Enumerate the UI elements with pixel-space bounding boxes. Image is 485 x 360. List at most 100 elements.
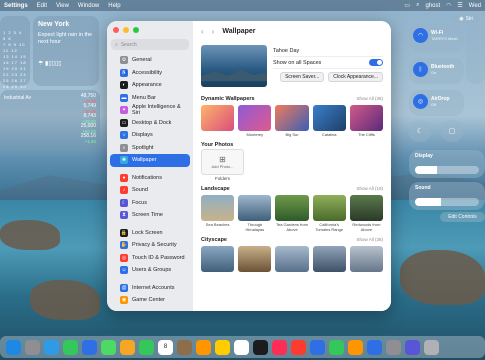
show-all-spaces-toggle[interactable] xyxy=(369,59,383,66)
tv-icon[interactable] xyxy=(253,339,268,355)
sidebar-item-displays[interactable]: ☼ Displays xyxy=(110,129,190,142)
trash-icon[interactable] xyxy=(424,339,439,355)
back-icon[interactable]: ‹ xyxy=(201,27,204,36)
stock-row[interactable]: 8,743 +28.80 xyxy=(4,113,96,124)
screen-mirroring-toggle[interactable]: ▢ xyxy=(441,120,463,142)
stock-row[interactable]: 25,000 +50.00 xyxy=(4,123,96,134)
wallpaper-tile[interactable] xyxy=(349,246,384,272)
wallpaper-tile[interactable]: Redwoods from Above xyxy=(349,195,384,232)
sidebar-item-menu-bar[interactable]: ▬ Menu Bar xyxy=(110,92,190,105)
now-playing-tile[interactable] xyxy=(466,24,485,84)
sidebar-item-notifications[interactable]: ● Notifications xyxy=(110,172,190,185)
wallpaper-tile[interactable]: Tea Gardens from Above xyxy=(275,195,309,232)
sidebar-item-focus[interactable]: ☾ Focus xyxy=(110,197,190,210)
search-icon[interactable]: ⌕ xyxy=(416,2,419,9)
notes-icon[interactable] xyxy=(215,339,230,355)
pages-icon[interactable] xyxy=(348,339,363,355)
sound-slider[interactable] xyxy=(415,198,479,206)
menu-app-name[interactable]: Settings xyxy=(4,3,28,9)
clock-appearance-button[interactable]: Clock Appearance... xyxy=(328,72,383,82)
numbers-icon[interactable] xyxy=(329,339,344,355)
freeform-icon[interactable] xyxy=(234,339,249,355)
edit-controls-button[interactable]: Edit Controls xyxy=(440,212,485,222)
wallpaper-tile[interactable]: The Cliffs xyxy=(349,105,384,137)
bluetooth-tile[interactable]: ᛒ Bluetooth On xyxy=(409,58,464,84)
iphone-icon[interactable] xyxy=(405,339,420,355)
sidebar-item-desktop-dock[interactable]: ▭ Desktop & Dock xyxy=(110,117,190,130)
sidebar-item-screen-time[interactable]: ⧗ Screen Time xyxy=(110,209,190,222)
wallpaper-tile[interactable]: Catalina xyxy=(312,105,346,137)
wallpaper-tile[interactable]: Big Sur xyxy=(275,105,309,137)
messages-icon[interactable] xyxy=(63,339,78,355)
stock-row[interactable]: 5,749 -30.00 xyxy=(4,103,96,114)
sidebar-item-appearance[interactable]: ◐ Appearance xyxy=(110,79,190,92)
sidebar-item-internet-accounts[interactable]: @ Internet Accounts xyxy=(110,282,190,295)
screen-saver-button[interactable]: Screen Saver... xyxy=(280,72,325,82)
stock-row[interactable]: Industrial Av 48,750 -48.30 xyxy=(4,93,96,104)
zoom-button[interactable] xyxy=(133,27,139,33)
wallpaper-tile[interactable] xyxy=(201,246,235,272)
show-all-button[interactable]: Show All (38) xyxy=(356,237,383,242)
close-button[interactable] xyxy=(113,27,119,33)
sidebar-item-accessibility[interactable]: ♿ Accessibility xyxy=(110,67,190,80)
show-all-button[interactable]: Show All (19) xyxy=(356,186,383,191)
airdrop-tile[interactable]: ◎ AirDrop Off xyxy=(409,90,464,116)
wallpaper-tile[interactable]: Monterey xyxy=(238,105,272,137)
keynote-icon[interactable] xyxy=(310,339,325,355)
sidebar-search[interactable]: ⌕ Search xyxy=(111,39,189,50)
sidebar-item-game-center[interactable]: ◉ Game Center xyxy=(110,294,190,307)
wifi-tile[interactable]: ◠ Wi-Fi TARRYS Mesh xyxy=(409,24,464,52)
mail-icon[interactable] xyxy=(82,339,97,355)
weather-widget[interactable]: New York Expect light rain in the next h… xyxy=(33,16,99,86)
contacts-icon[interactable] xyxy=(177,339,192,355)
photo-icon: ⊞ xyxy=(219,155,226,164)
facetime-icon[interactable] xyxy=(139,339,154,355)
stocks-widget[interactable]: Industrial Av 48,750 -48.30 5,749 -30.00 8,74… xyxy=(0,90,100,150)
sidebar-item-users-groups[interactable]: ☺ Users & Groups xyxy=(110,264,190,277)
sidebar-item-wallpaper[interactable]: ❀ Wallpaper xyxy=(110,154,190,167)
sidebar-item-general[interactable]: ⚙ General xyxy=(110,54,190,67)
display-slider[interactable] xyxy=(415,166,479,174)
menu-view[interactable]: View xyxy=(56,3,69,9)
music-icon[interactable] xyxy=(272,339,287,355)
settings-icon[interactable] xyxy=(386,339,401,355)
finder-icon[interactable] xyxy=(6,339,21,355)
control-center-icon[interactable]: ☰ xyxy=(457,2,462,9)
safari-icon[interactable] xyxy=(44,339,59,355)
calendar-widget[interactable]: 1 2 3 4 5 6 7 8 9 10 11 12 13 14 15 16 1… xyxy=(0,16,30,89)
appstore-icon[interactable] xyxy=(367,339,382,355)
wallpaper-tile[interactable]: Sea Beaches xyxy=(201,195,235,232)
wifi-icon[interactable]: ◠ xyxy=(446,2,451,9)
sidebar-item-sound[interactable]: ♪ Sound xyxy=(110,184,190,197)
show-all-button[interactable]: Show All (38) xyxy=(356,96,383,101)
wallpaper-tile[interactable] xyxy=(238,246,272,272)
focus-toggle[interactable]: ☾ xyxy=(409,120,431,142)
sidebar-item-lock-screen[interactable]: 🔒 Lock Screen xyxy=(110,227,190,240)
forward-icon[interactable]: › xyxy=(212,27,215,36)
stock-row[interactable]: 258.16 +1.40 xyxy=(4,133,96,144)
wallpaper-tile[interactable]: California's Tomales Range xyxy=(312,195,346,232)
add-photo-button[interactable]: ⊞ Add Photo... xyxy=(201,149,244,175)
battery-icon[interactable]: ▭ xyxy=(404,2,410,9)
sidebar-item-apple-intelligence-siri[interactable]: ✦ Apple Intelligence & Siri xyxy=(110,104,190,117)
maps-icon[interactable] xyxy=(101,339,116,355)
clock-day[interactable]: Wed xyxy=(469,3,481,9)
user-name[interactable]: ghost xyxy=(425,3,440,9)
wallpaper-tile[interactable] xyxy=(312,246,346,272)
sidebar-item-privacy-security[interactable]: ✋ Privacy & Security xyxy=(110,239,190,252)
wallpaper-tile[interactable] xyxy=(275,246,309,272)
wallpaper-tile[interactable]: Through Himalayas xyxy=(238,195,272,232)
sidebar-item-spotlight[interactable]: ⌕ Spotlight xyxy=(110,142,190,155)
reminders-icon[interactable] xyxy=(196,339,211,355)
menu-help[interactable]: Help xyxy=(108,3,120,9)
calendar-icon[interactable]: 8 xyxy=(158,339,173,355)
wallpaper-tile[interactable] xyxy=(201,105,235,137)
news-icon[interactable] xyxy=(291,339,306,355)
siri-button[interactable]: ◉ Siri xyxy=(452,14,480,24)
minimize-button[interactable] xyxy=(123,27,129,33)
photos-icon[interactable] xyxy=(120,339,135,355)
launchpad-icon[interactable] xyxy=(25,339,40,355)
menu-edit[interactable]: Edit xyxy=(37,3,47,9)
menu-window[interactable]: Window xyxy=(78,3,99,9)
sidebar-item-touch-id-password[interactable]: ◎ Touch ID & Password xyxy=(110,252,190,265)
